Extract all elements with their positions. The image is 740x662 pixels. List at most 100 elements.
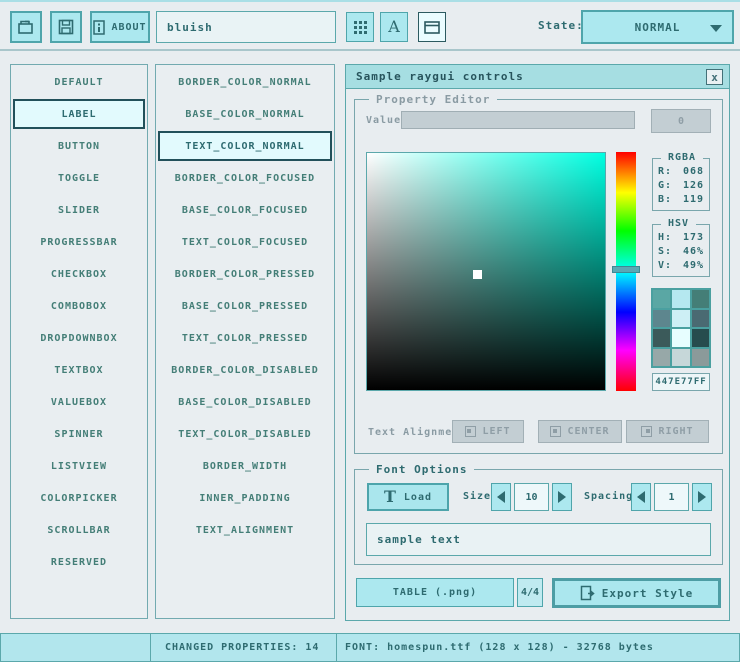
palette-swatch[interactable] — [692, 329, 709, 347]
properties-list-item[interactable]: BASE_COLOR_NORMAL — [158, 99, 332, 129]
folder-open-icon — [16, 18, 36, 36]
saturation-label: S: — [658, 246, 672, 257]
controls-list-item[interactable]: BUTTON — [13, 131, 145, 161]
statusbar-changed-properties: CHANGED PROPERTIES: 14 — [150, 633, 337, 662]
align-center-icon — [550, 426, 561, 437]
size-increase-button[interactable] — [552, 483, 572, 511]
properties-list-item[interactable]: TEXT_COLOR_DISABLED — [158, 419, 332, 449]
properties-list-item[interactable]: INNER_PADDING — [158, 483, 332, 513]
value-button-label: 0 — [678, 116, 684, 127]
spacing-decrease-button[interactable] — [631, 483, 651, 511]
color-picker-panel[interactable] — [366, 152, 606, 391]
info-icon — [93, 20, 105, 35]
palette-swatch[interactable] — [653, 349, 670, 367]
export-style-button[interactable]: Export Style — [552, 578, 721, 608]
load-font-button[interactable]: T Load — [367, 483, 449, 511]
open-file-button[interactable] — [10, 11, 42, 43]
palette-swatch[interactable] — [672, 349, 689, 367]
control-window-button[interactable] — [418, 12, 446, 42]
controls-list-item[interactable]: VALUEBOX — [13, 387, 145, 417]
properties-list-item[interactable]: BORDER_WIDTH — [158, 451, 332, 481]
properties-list-item-selected[interactable]: TEXT_COLOR_NORMAL — [158, 131, 332, 161]
size-value-box[interactable]: 10 — [514, 483, 549, 511]
controls-list-item[interactable]: SCROLLBAR — [13, 515, 145, 545]
table-format-label: TABLE (.png) — [393, 587, 477, 598]
controls-list-item[interactable]: LISTVIEW — [13, 451, 145, 481]
value-button[interactable]: 0 — [651, 109, 711, 133]
hex-color-value[interactable]: 447E77FF — [652, 373, 710, 391]
spacing-value-box[interactable]: 1 — [654, 483, 689, 511]
palette-swatch[interactable] — [653, 290, 670, 308]
hue-slider-handle[interactable] — [612, 266, 640, 273]
align-right-label: RIGHT — [658, 426, 693, 437]
value-slider[interactable] — [401, 111, 635, 129]
properties-list-item[interactable]: BASE_COLOR_DISABLED — [158, 387, 332, 417]
rgba-group: RGBA R: 068 G: 126 B: 119 — [652, 158, 710, 211]
controls-list-item[interactable]: PROGRESSBAR — [13, 227, 145, 257]
align-left-label: LEFT — [482, 426, 510, 437]
font-atlas-button[interactable]: A — [380, 12, 408, 42]
controls-list-item[interactable]: DEFAULT — [13, 67, 145, 97]
format-pager[interactable]: 4/4 — [517, 578, 543, 607]
controls-list-item[interactable]: CHECKBOX — [13, 259, 145, 289]
palette-swatch[interactable] — [692, 310, 709, 328]
align-right-button[interactable]: RIGHT — [626, 420, 709, 443]
properties-list-item[interactable]: BORDER_COLOR_DISABLED — [158, 355, 332, 385]
properties-list-item[interactable]: BORDER_COLOR_NORMAL — [158, 67, 332, 97]
controls-list-item[interactable]: TOGGLE — [13, 163, 145, 193]
style-name-input[interactable] — [156, 11, 336, 43]
properties-list-item[interactable]: BORDER_COLOR_FOCUSED — [158, 163, 332, 193]
about-button[interactable]: ABOUT — [90, 11, 150, 43]
controls-list-item[interactable]: DROPDOWNBOX — [13, 323, 145, 353]
letter-a-icon: A — [388, 19, 400, 35]
spacing-value: 1 — [668, 492, 674, 503]
hue-label: H: — [658, 232, 672, 243]
properties-list-item[interactable]: TEXT_COLOR_PRESSED — [158, 323, 332, 353]
controls-list-item[interactable]: SPINNER — [13, 419, 145, 449]
controls-list-item[interactable]: COMBOBOX — [13, 291, 145, 321]
controls-list-item[interactable]: SLIDER — [13, 195, 145, 225]
hsv-saturation-row: S: 46% — [658, 246, 704, 257]
align-right-icon — [641, 426, 652, 437]
hue-slider[interactable] — [616, 152, 636, 391]
state-dropdown-value: NORMAL — [635, 21, 681, 34]
statusbar-left-cell — [0, 633, 151, 662]
palette-swatch[interactable] — [672, 310, 689, 328]
align-center-button[interactable]: CENTER — [538, 420, 622, 443]
chevron-left-icon — [637, 491, 645, 503]
palette-swatch[interactable] — [672, 290, 689, 308]
properties-list-item[interactable]: TEXT_ALIGNMENT — [158, 515, 332, 545]
controls-list-item[interactable]: TEXTBOX — [13, 355, 145, 385]
about-button-label: ABOUT — [111, 22, 146, 33]
align-left-icon — [465, 426, 476, 437]
palette-swatch[interactable] — [692, 290, 709, 308]
red-label: R: — [658, 166, 672, 177]
align-left-button[interactable]: LEFT — [452, 420, 524, 443]
sample-text-box[interactable]: sample text — [366, 523, 711, 556]
window-close-button[interactable]: x — [706, 69, 723, 85]
properties-list-item[interactable]: BASE_COLOR_PRESSED — [158, 291, 332, 321]
table-format-button[interactable]: TABLE (.png) — [356, 578, 514, 607]
grid-view-button[interactable] — [346, 12, 374, 42]
window-titlebar[interactable]: Sample raygui controls x — [346, 65, 729, 89]
controls-list-item-selected[interactable]: LABEL — [13, 99, 145, 129]
properties-list-item[interactable]: TEXT_COLOR_FOCUSED — [158, 227, 332, 257]
state-dropdown[interactable]: NORMAL — [581, 10, 734, 44]
spacing-increase-button[interactable] — [692, 483, 712, 511]
chevron-right-icon — [698, 491, 706, 503]
controls-list-item[interactable]: RESERVED — [13, 547, 145, 577]
color-picker-cursor[interactable] — [473, 270, 482, 279]
palette-swatch[interactable] — [653, 329, 670, 347]
controls-list-item[interactable]: COLORPICKER — [13, 483, 145, 513]
palette-swatch[interactable] — [653, 310, 670, 328]
hue-value: 173 — [683, 232, 704, 243]
size-decrease-button[interactable] — [491, 483, 511, 511]
palette-swatch[interactable] — [692, 349, 709, 367]
save-file-button[interactable] — [50, 11, 82, 43]
properties-list-item[interactable]: BASE_COLOR_FOCUSED — [158, 195, 332, 225]
properties-list-item[interactable]: BORDER_COLOR_PRESSED — [158, 259, 332, 289]
palette-swatch[interactable] — [672, 329, 689, 347]
statusbar-font-info: FONT: homespun.ttf (128 x 128) - 32768 b… — [336, 633, 740, 662]
window-title: Sample raygui controls — [356, 70, 524, 83]
value-v-label: V: — [658, 260, 672, 271]
